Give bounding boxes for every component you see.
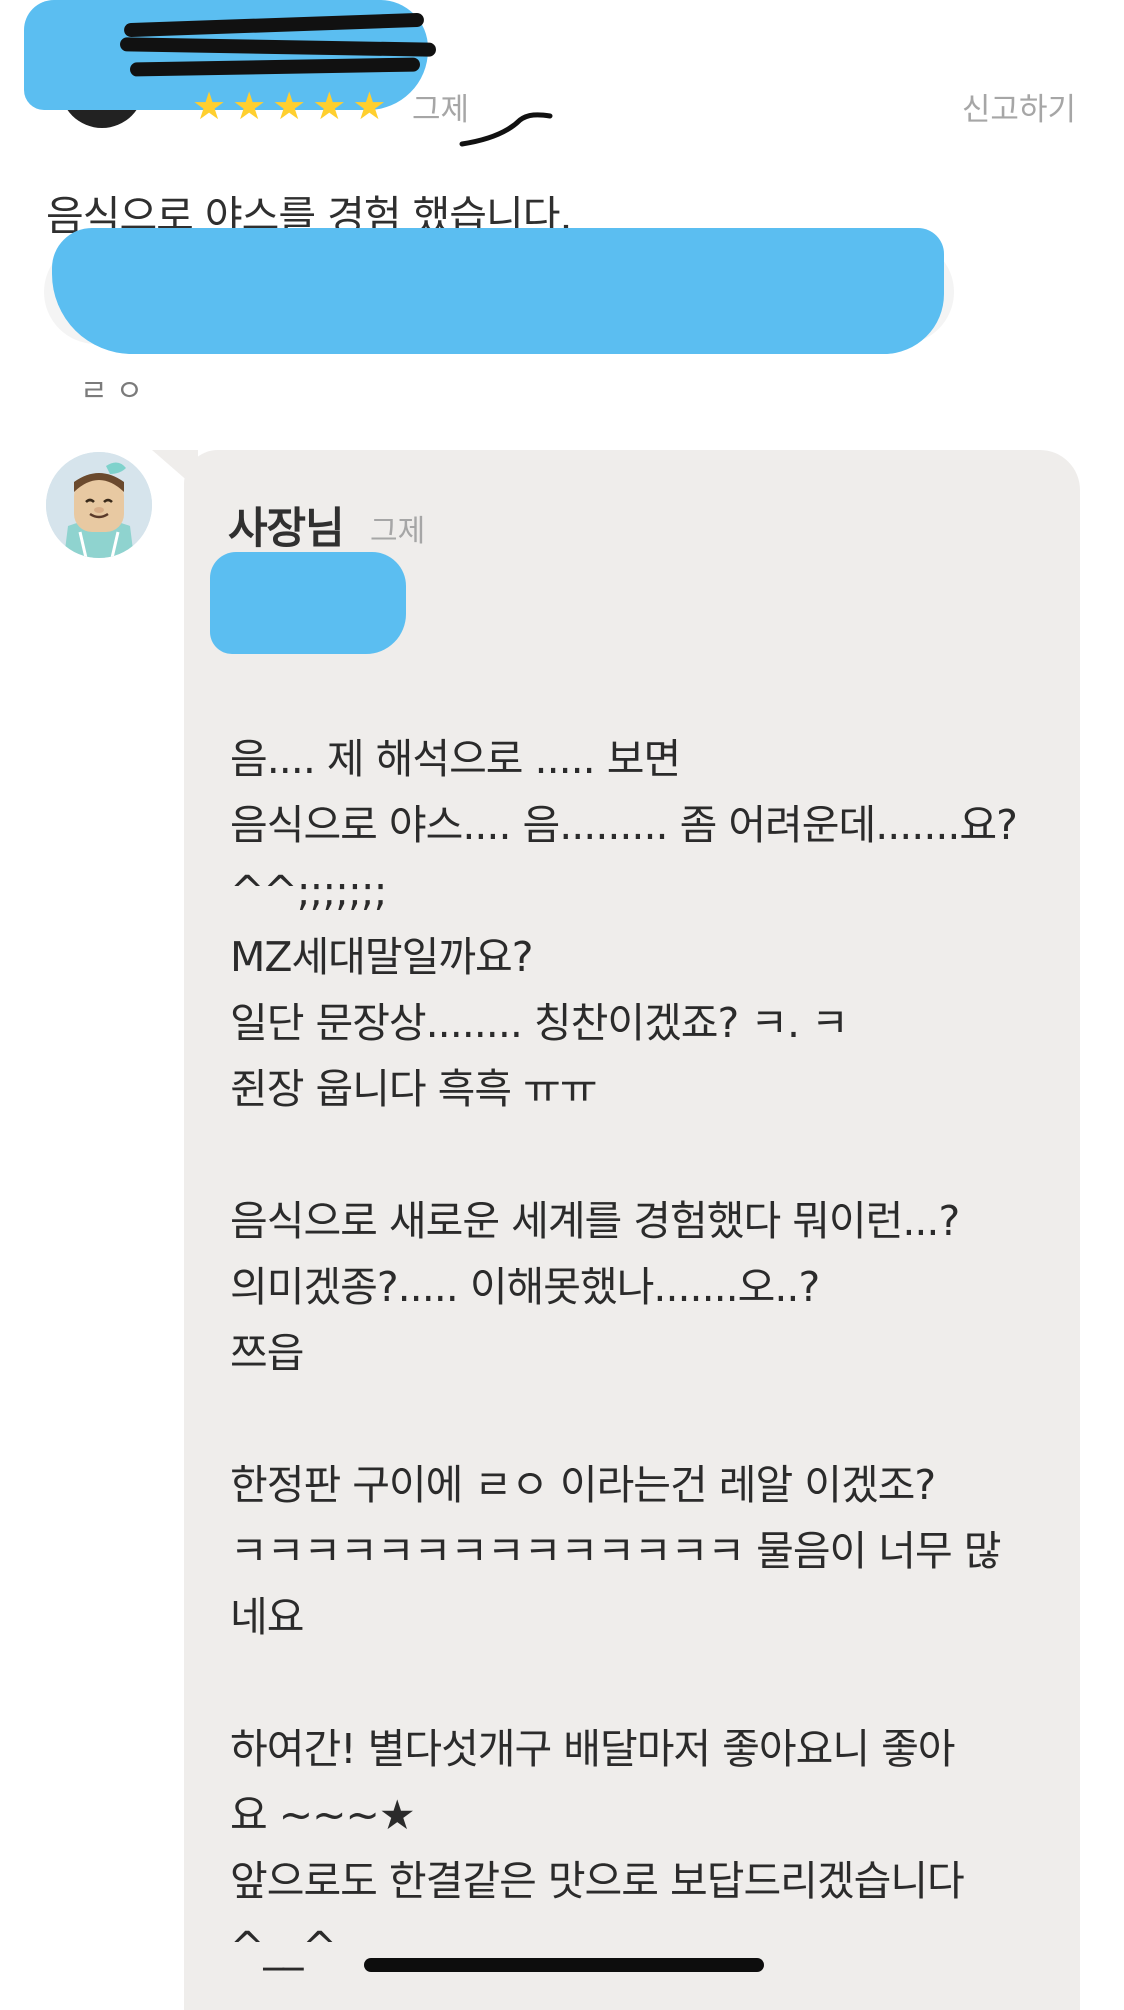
reply-line: 음.... 제 해석으로 ..... 보면 [230,735,681,783]
reply-line: 쯔읍 [230,1329,304,1377]
reply-line: 요 ~~~★ [230,1791,416,1839]
reply-line: ㅋㅋㅋㅋㅋㅋㅋㅋㅋㅋㅋㅋㅋㅋ 물음이 너무 많 [230,1527,1002,1575]
reply-line: 음식으로 야스.... 음......... 좀 어려운데.......요? [230,801,1018,849]
owner-character-icon [46,452,152,558]
reply-line-blank [230,1650,1060,1716]
star-icon: ★ [352,84,387,128]
star-icon: ★ [312,84,347,128]
redacted-reply-header [210,552,406,654]
reply-line: 앞으로도 한결같은 맛으로 보답드리겠습니다 [230,1857,965,1905]
reply-line-blank [230,1122,1060,1188]
reply-line: 한정판 구이에 ㄹㅇ 이라는건 레알 이겠조? [230,1461,936,1509]
reply-line: 음식으로 새로운 세계를 경험했다 뭐이런...? [230,1197,960,1245]
redacted-menu-tag [52,228,944,354]
reply-text: 음.... 제 해석으로 ..... 보면 음식으로 야스.... 음.....… [230,726,1060,1980]
owner-name: 사장님 [228,504,345,554]
reply-line: MZ세대말일까요? [230,933,534,981]
rating-stars: ★ ★ ★ ★ ★ [192,86,386,126]
reply-line: 의미겠종?..... 이해못했나.......오..? [230,1263,820,1311]
reply-line: 네요 [230,1593,304,1641]
star-icon: ★ [272,84,307,128]
reply-line: 쥔장 웁니다 흑흑 ㅠㅠ [230,1065,598,1113]
star-icon: ★ [192,84,227,128]
menu-caption: ㄹㅇ [80,374,152,409]
pen-stroke-mark [459,112,553,147]
reply-line: 일단 문장상........ 칭찬이겠죠? ㅋ. ㅋ [230,999,849,1047]
reply-date: 그제 [370,514,426,549]
reply-line: 하여간! 별다섯개구 배달마저 좋아요니 좋아 [230,1725,956,1773]
star-icon: ★ [232,84,267,128]
reply-line-blank [230,1386,1060,1452]
home-indicator[interactable] [364,1958,764,1972]
reply-line: ^^;;;;;;; [230,867,387,915]
owner-avatar[interactable] [46,452,152,558]
report-button[interactable]: 신고하기 [962,84,1076,129]
